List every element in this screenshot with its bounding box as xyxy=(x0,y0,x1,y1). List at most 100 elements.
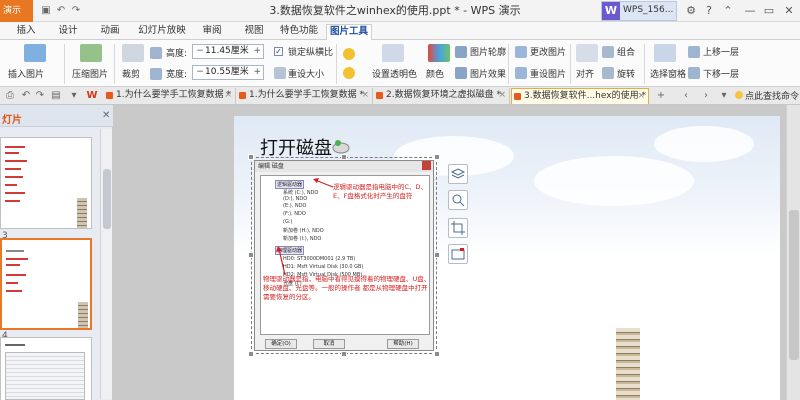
crop-button[interactable]: 裁剪 xyxy=(122,67,140,80)
slides-panel: 灯片 ✕ 3 4 xyxy=(0,105,113,400)
rotate-button[interactable]: 旋转 xyxy=(617,67,635,80)
scroll-right-icon[interactable]: › xyxy=(700,90,712,102)
tab-view[interactable]: 视图 xyxy=(240,24,268,40)
undo-icon[interactable]: ↶ xyxy=(20,90,32,102)
tab-features[interactable]: 特色功能 xyxy=(278,24,320,40)
zoom-tool-icon[interactable] xyxy=(448,190,468,210)
slide-thumbnail-current[interactable] xyxy=(0,238,92,330)
restore-ribbon-icon[interactable]: ⌃ xyxy=(719,2,737,20)
bring-forward-button[interactable]: 上移一层 xyxy=(703,45,739,58)
picture-outline-icon[interactable] xyxy=(455,46,467,58)
width-input[interactable]: −10.55厘米 + xyxy=(192,65,264,80)
insert-picture-button[interactable]: 插入图片 xyxy=(8,67,44,80)
tab-animation[interactable]: 动画 xyxy=(96,24,124,40)
close-tab-icon[interactable]: × xyxy=(498,88,506,103)
close-tab-icon[interactable]: × xyxy=(361,88,369,103)
canvas-vertical-scrollbar[interactable] xyxy=(786,105,800,400)
resize-handle-sw[interactable] xyxy=(248,351,254,357)
reset-picture-icon[interactable] xyxy=(515,67,527,79)
height-input[interactable]: −11.45厘米 + xyxy=(192,44,264,59)
user-account[interactable]: W WPS_156... xyxy=(601,1,677,21)
set-transparent-button[interactable]: 设置透明色 xyxy=(372,67,417,80)
lock-aspect-checkbox[interactable]: ✓ xyxy=(274,47,283,56)
redo-icon[interactable]: ↷ xyxy=(34,90,46,102)
app-menu-button[interactable]: 演示 xyxy=(0,0,33,22)
window-title: 3.数据恢复软件之winhex的使用.ppt * - WPS 演示 xyxy=(269,4,521,17)
ribbon-divider xyxy=(508,44,509,84)
layers-tool-icon[interactable] xyxy=(448,164,468,184)
align-button[interactable]: 对齐 xyxy=(576,67,594,80)
thumb-text-line xyxy=(6,258,28,260)
tab-review[interactable]: 审阅 xyxy=(198,24,226,40)
tab-slideshow[interactable]: 幻灯片放映 xyxy=(136,24,188,40)
close-tab-icon[interactable]: × xyxy=(224,88,232,103)
wps-user-logo: W xyxy=(602,2,620,20)
reset-picture-button[interactable]: 重设图片 xyxy=(530,67,566,80)
thumb-text-line xyxy=(5,184,17,186)
selection-pane-button[interactable]: 选择窗格 xyxy=(650,67,686,80)
color-icon[interactable] xyxy=(428,44,450,62)
book-stack-image xyxy=(77,198,87,228)
doc-tab-1[interactable]: 1.为什么要学手工恢复数据 * × xyxy=(104,88,236,104)
contrast-icon[interactable] xyxy=(343,67,355,79)
picture-outline-button[interactable]: 图片轮廓 xyxy=(470,45,506,58)
doc-tab-4-active[interactable]: 3.数据恢复软件...hex的使用 * × xyxy=(511,88,649,104)
scrollbar-thumb[interactable] xyxy=(103,169,111,229)
compress-picture-button[interactable]: 压缩图片 xyxy=(72,67,108,80)
selection-pane-icon[interactable] xyxy=(654,44,676,62)
tab-picture-tools[interactable]: 图片工具 xyxy=(326,24,372,40)
ppt-file-icon xyxy=(376,92,383,99)
thumb-text-line xyxy=(5,146,25,148)
crop-tool-icon[interactable] xyxy=(448,218,468,238)
change-picture-icon[interactable] xyxy=(515,46,527,58)
align-icon[interactable] xyxy=(576,44,598,62)
combine-icon[interactable] xyxy=(602,46,614,58)
settings-icon[interactable]: ⚙ xyxy=(682,2,700,20)
close-tab-icon[interactable]: × xyxy=(637,89,645,104)
compress-picture-icon[interactable] xyxy=(80,44,102,62)
frame-tool-icon[interactable] xyxy=(448,244,468,264)
save-icon[interactable]: ▣ xyxy=(40,5,52,17)
cloud-shape xyxy=(654,126,754,162)
bring-forward-icon[interactable] xyxy=(688,46,700,58)
print-icon[interactable]: ⎙ xyxy=(4,90,16,102)
redo-icon[interactable]: ↷ xyxy=(70,5,82,17)
minimize-button[interactable]: — xyxy=(741,2,759,20)
undo-icon[interactable]: ↶ xyxy=(55,5,67,17)
tab-insert[interactable]: 插入 xyxy=(12,24,40,40)
embedded-dialog-screenshot[interactable]: 编辑 磁盘 逻辑驱动器 系统 (C:), NDO (D:), NDO (E:),… xyxy=(254,160,434,351)
new-tab-icon[interactable]: + xyxy=(655,90,667,102)
slide-thumbnail-next[interactable] xyxy=(0,337,92,400)
send-backward-icon[interactable] xyxy=(688,67,700,79)
reset-size-button[interactable]: 重设大小 xyxy=(288,67,324,80)
brightness-icon[interactable] xyxy=(343,48,355,60)
tab-design[interactable]: 设计 xyxy=(54,24,82,40)
combine-button[interactable]: 组合 xyxy=(617,45,635,58)
picture-effects-button[interactable]: 图片效果 xyxy=(470,67,506,80)
scrollbar-thumb[interactable] xyxy=(789,210,799,360)
insert-picture-icon[interactable] xyxy=(24,44,46,62)
close-button[interactable]: ✕ xyxy=(780,2,798,20)
maximize-button[interactable]: ▭ xyxy=(760,2,778,20)
close-panel-icon[interactable]: ✕ xyxy=(102,110,110,121)
crop-icon[interactable] xyxy=(122,44,144,62)
set-transparent-icon[interactable] xyxy=(382,44,404,62)
resize-handle-ne[interactable] xyxy=(434,154,440,160)
picture-effects-icon[interactable] xyxy=(455,67,467,79)
slides-panel-scrollbar[interactable] xyxy=(100,129,112,399)
height-icon xyxy=(150,47,162,59)
color-button[interactable]: 颜色 xyxy=(426,67,444,80)
scroll-left-icon[interactable]: ‹ xyxy=(680,90,692,102)
reset-size-icon[interactable] xyxy=(274,67,286,79)
help-icon[interactable]: ? xyxy=(700,2,718,20)
slide-thumbnail-prev[interactable] xyxy=(0,137,92,229)
command-search[interactable]: 点此查找命令 xyxy=(735,89,800,103)
rotate-icon[interactable] xyxy=(602,67,614,79)
send-backward-button[interactable]: 下移一层 xyxy=(703,67,739,80)
tab-list-icon[interactable]: ▾ xyxy=(718,90,730,102)
dropdown-icon[interactable]: ▾ xyxy=(68,90,80,102)
change-picture-button[interactable]: 更改图片 xyxy=(530,45,566,58)
doc-tab-2[interactable]: 1.为什么要学手工恢复数据 * × xyxy=(237,88,373,104)
format-painter-icon[interactable]: ▤ xyxy=(50,90,62,102)
doc-tab-3[interactable]: 2.数据恢复环境之虚拟磁盘 * × xyxy=(374,88,510,104)
